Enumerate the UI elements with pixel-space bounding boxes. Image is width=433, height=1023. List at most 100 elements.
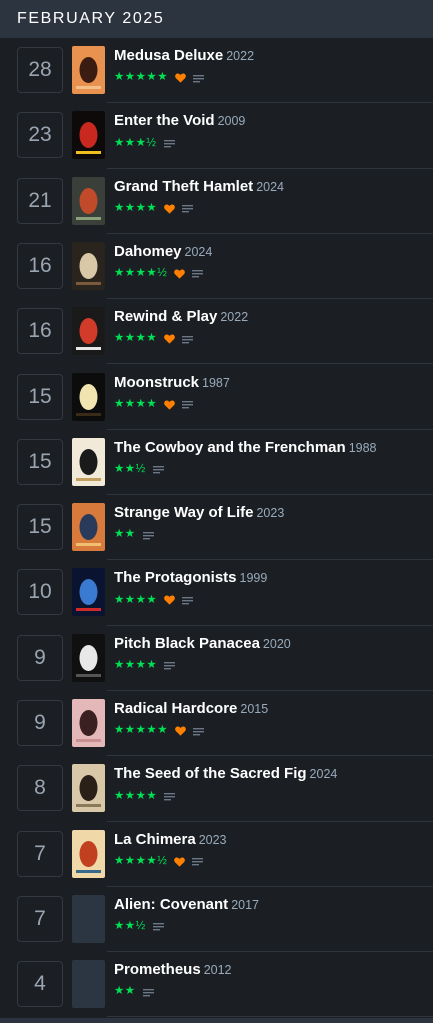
film-poster[interactable] bbox=[72, 764, 105, 813]
review-icon[interactable] bbox=[142, 988, 154, 997]
film-poster[interactable] bbox=[72, 111, 105, 160]
film-poster[interactable] bbox=[72, 568, 105, 617]
review-icon[interactable] bbox=[152, 465, 164, 474]
film-year[interactable]: 1988 bbox=[349, 441, 377, 455]
film-year[interactable]: 2024 bbox=[256, 180, 284, 194]
film-year[interactable]: 2020 bbox=[263, 637, 291, 651]
review-icon[interactable] bbox=[164, 661, 176, 670]
rating-line: ★★★★ bbox=[114, 590, 429, 610]
film-title[interactable]: La Chimera bbox=[114, 831, 196, 848]
film-title[interactable]: Pitch Black Panacea bbox=[114, 635, 260, 652]
day-number[interactable]: 28 bbox=[17, 47, 63, 93]
month-header: FEBRUARY 2025 bbox=[0, 0, 433, 38]
rating-line: ★★★★★ bbox=[114, 721, 429, 741]
film-poster[interactable] bbox=[72, 894, 105, 943]
film-title[interactable]: Medusa Deluxe bbox=[114, 47, 223, 64]
film-year[interactable]: 1999 bbox=[240, 571, 268, 585]
film-title[interactable]: The Cowboy and the Frenchman bbox=[114, 439, 346, 456]
film-poster[interactable] bbox=[72, 437, 105, 486]
day-number[interactable]: 21 bbox=[17, 177, 63, 224]
film-year[interactable]: 2017 bbox=[231, 898, 259, 912]
day-number[interactable]: 7 bbox=[17, 830, 63, 877]
film-year[interactable]: 2009 bbox=[218, 114, 246, 128]
review-icon[interactable] bbox=[182, 400, 194, 409]
film-poster[interactable] bbox=[72, 176, 105, 225]
film-title[interactable]: Strange Way of Life bbox=[114, 504, 253, 521]
film-year[interactable]: 2022 bbox=[226, 49, 254, 63]
day-label: 23 bbox=[28, 123, 52, 147]
entry-info: Medusa Deluxe 2022 ★★★★★ bbox=[114, 45, 429, 88]
day-number[interactable]: 15 bbox=[17, 373, 63, 420]
diary-entry: 15 Moonstruck 1987 ★★★★ bbox=[0, 365, 433, 430]
film-title[interactable]: The Protagonists bbox=[114, 569, 237, 586]
review-icon[interactable] bbox=[193, 74, 205, 83]
film-poster[interactable] bbox=[72, 503, 105, 552]
review-icon[interactable] bbox=[192, 269, 204, 278]
film-title[interactable]: Enter the Void bbox=[114, 112, 215, 129]
entry-info: Moonstruck 1987 ★★★★ bbox=[114, 372, 429, 415]
day-number[interactable]: 4 bbox=[17, 961, 63, 1008]
film-year[interactable]: 2023 bbox=[256, 506, 284, 520]
diary-entry: 15 The Cowboy and the Frenchman 1988 ★★½ bbox=[0, 430, 433, 496]
review-icon[interactable] bbox=[164, 792, 176, 801]
entry-info: The Cowboy and the Frenchman 1988 ★★½ bbox=[114, 437, 429, 480]
diary-entry: 16 Rewind & Play 2022 ★★★★ bbox=[0, 299, 433, 365]
film-year[interactable]: 2023 bbox=[199, 833, 227, 847]
film-title[interactable]: The Seed of the Sacred Fig bbox=[114, 765, 307, 782]
day-label: 15 bbox=[28, 449, 52, 473]
film-title[interactable]: Grand Theft Hamlet bbox=[114, 178, 253, 195]
rating-line: ★★★★ bbox=[114, 199, 429, 219]
film-title[interactable]: Radical Hardcore bbox=[114, 700, 237, 717]
day-number[interactable]: 15 bbox=[17, 438, 63, 485]
film-poster[interactable] bbox=[72, 960, 105, 1009]
entry-info: Rewind & Play 2022 ★★★★ bbox=[114, 306, 429, 349]
film-title[interactable]: Prometheus bbox=[114, 961, 201, 978]
day-number[interactable]: 10 bbox=[17, 569, 63, 616]
diary-entry: 16 Dahomey 2024 ★★★★½ bbox=[0, 234, 433, 300]
film-year[interactable]: 1987 bbox=[202, 376, 230, 390]
film-title[interactable]: Alien: Covenant bbox=[114, 896, 228, 913]
day-number[interactable]: 7 bbox=[17, 895, 63, 942]
film-year[interactable]: 2022 bbox=[220, 310, 248, 324]
review-icon[interactable] bbox=[142, 531, 154, 540]
review-icon[interactable] bbox=[182, 204, 194, 213]
film-year[interactable]: 2024 bbox=[310, 767, 338, 781]
day-number[interactable]: 8 bbox=[17, 765, 63, 812]
diary-entry: 9 Pitch Black Panacea 2020 ★★★★ bbox=[0, 626, 433, 691]
review-icon[interactable] bbox=[182, 596, 194, 605]
film-poster[interactable] bbox=[72, 633, 105, 682]
film-poster[interactable] bbox=[72, 829, 105, 878]
film-year[interactable]: 2024 bbox=[185, 245, 213, 259]
film-title[interactable]: Moonstruck bbox=[114, 374, 199, 391]
film-year[interactable]: 2012 bbox=[204, 963, 232, 977]
review-icon[interactable] bbox=[193, 727, 205, 736]
film-title[interactable]: Rewind & Play bbox=[114, 308, 217, 325]
title-line: Rewind & Play 2022 bbox=[114, 306, 429, 328]
day-number[interactable]: 15 bbox=[17, 504, 63, 551]
title-line: La Chimera 2023 bbox=[114, 829, 429, 851]
title-line: Pitch Black Panacea 2020 bbox=[114, 633, 429, 655]
title-line: The Protagonists 1999 bbox=[114, 567, 429, 589]
diary-entry: 10 The Protagonists 1999 ★★★★ bbox=[0, 560, 433, 626]
day-number[interactable]: 16 bbox=[17, 242, 63, 289]
day-number[interactable]: 23 bbox=[17, 112, 63, 159]
review-icon[interactable] bbox=[163, 139, 175, 148]
film-poster[interactable] bbox=[72, 46, 105, 94]
title-line: Enter the Void 2009 bbox=[114, 110, 429, 132]
film-poster[interactable] bbox=[72, 699, 105, 747]
day-label: 15 bbox=[28, 384, 52, 408]
film-year[interactable]: 2015 bbox=[240, 702, 268, 716]
rating-line: ★★★★ bbox=[114, 656, 429, 676]
day-number[interactable]: 16 bbox=[17, 308, 63, 355]
film-poster[interactable] bbox=[72, 372, 105, 421]
entry-info: La Chimera 2023 ★★★★½ bbox=[114, 829, 429, 872]
film-poster[interactable] bbox=[72, 307, 105, 356]
film-poster[interactable] bbox=[72, 241, 105, 290]
day-number[interactable]: 9 bbox=[17, 700, 63, 746]
film-title[interactable]: Dahomey bbox=[114, 243, 182, 260]
review-icon[interactable] bbox=[192, 857, 204, 866]
day-number[interactable]: 9 bbox=[17, 634, 63, 681]
review-icon[interactable] bbox=[152, 922, 164, 931]
star-rating: ★★★★ bbox=[114, 593, 158, 606]
review-icon[interactable] bbox=[182, 335, 194, 344]
